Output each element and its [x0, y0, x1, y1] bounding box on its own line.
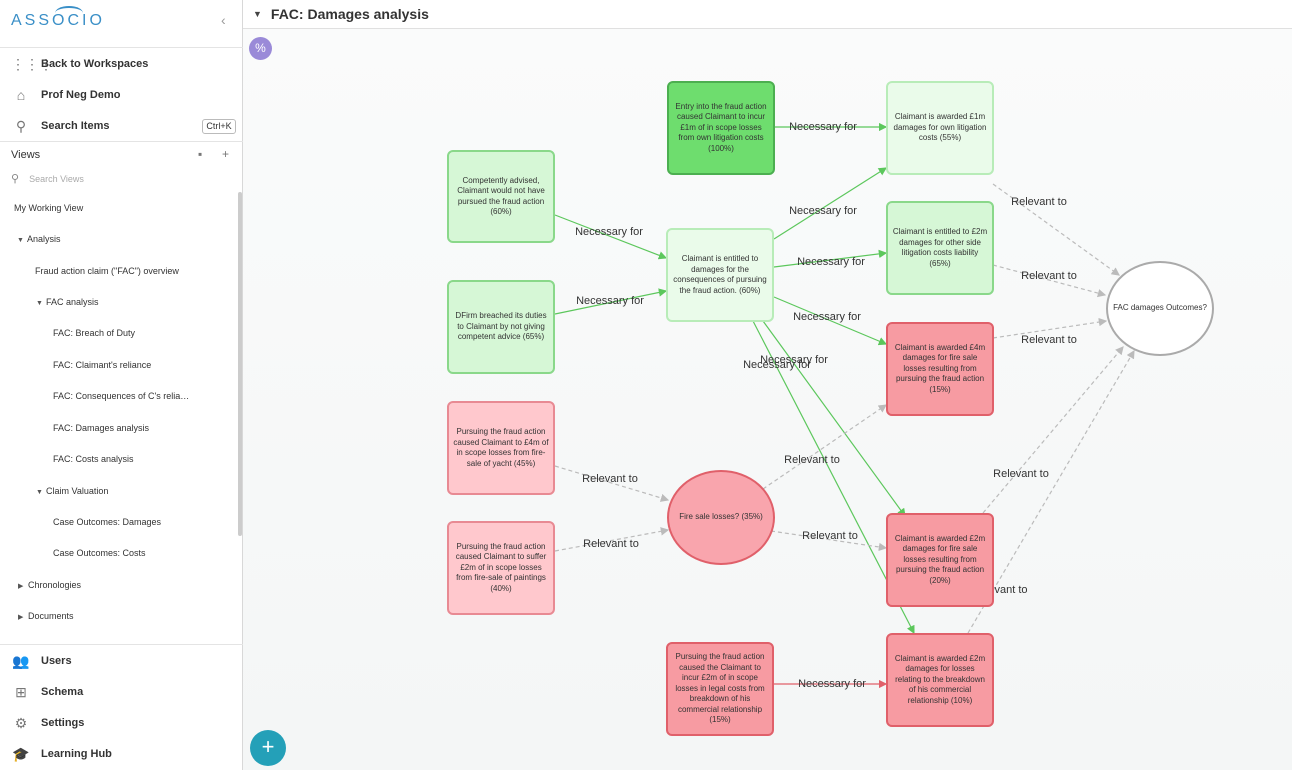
node-paintings[interactable]: Pursuing the fraud action caused Claiman…	[447, 521, 555, 615]
caret-down-icon: ▼	[36, 300, 43, 307]
tree-folder-fac-analysis[interactable]: ▼ FAC analysis	[36, 297, 99, 307]
edge-label: Necessary for	[789, 121, 857, 133]
node-yacht[interactable]: Pursuing the fraud action caused Claiman…	[447, 401, 555, 495]
node-awarded-2m-commercial[interactable]: Claimant is awarded £2m damages for loss…	[886, 633, 994, 727]
edge-relevant	[762, 404, 887, 490]
edge-necessary	[762, 320, 906, 517]
learning-hub-button[interactable]: 🎓 Learning Hub	[0, 739, 243, 769]
edge-label: Relevant to	[1021, 270, 1077, 282]
logo: ASSOCIO	[11, 12, 105, 29]
node-entitled-2m[interactable]: Claimant is entitled to £2m damages for …	[886, 201, 994, 295]
tree-folder-claim-valuation[interactable]: ▼ Claim Valuation	[36, 486, 108, 496]
gear-icon: ⚙	[14, 714, 28, 731]
edge-label: Necessary for	[575, 226, 643, 238]
divider	[0, 47, 243, 48]
search-views-placeholder: Search Views	[29, 173, 84, 184]
grid-icon: ⋮⋮⋮	[11, 55, 53, 72]
view-consequences[interactable]: FAC: Consequences of C's relia…	[53, 391, 189, 401]
new-folder-icon[interactable]: ▪	[198, 147, 202, 161]
home-icon: ⌂	[16, 87, 26, 103]
sidebar: ASSOCIO ‹ ⋮⋮⋮ Back to Workspaces ⌂ Prof …	[0, 0, 243, 770]
edge-label: Necessary for	[798, 678, 866, 690]
node-entitled[interactable]: Claimant is entitled to damages for the …	[666, 228, 774, 322]
edge-label: Relevant to	[1011, 196, 1067, 208]
view-costs[interactable]: FAC: Costs analysis	[53, 454, 134, 464]
view-outcomes-costs[interactable]: Case Outcomes: Costs	[53, 548, 146, 558]
node-competently-advised[interactable]: Competently advised, Claimant would not …	[447, 150, 555, 243]
caret-down-icon: ▼	[17, 237, 24, 244]
edge-relevant	[982, 346, 1124, 514]
view-reliance[interactable]: FAC: Claimant's reliance	[53, 360, 151, 370]
page-title: FAC: Damages analysis	[270, 6, 429, 22]
users-button[interactable]: 👥 Users	[0, 646, 243, 676]
divider	[0, 141, 243, 142]
edge-label: Relevant to	[582, 473, 638, 485]
node-dfirm-breach[interactable]: DFirm breached its duties to Claimant by…	[447, 280, 555, 374]
tree-folder-chronologies[interactable]: ▶ Chronologies	[18, 580, 81, 590]
tree-label: Documents	[28, 611, 74, 621]
tree-folder-analysis[interactable]: ▼ Analysis	[17, 234, 61, 244]
graph-canvas[interactable]: Necessary for Necessary for Necessary fo…	[243, 29, 1292, 770]
search-label: Search Items	[41, 120, 110, 132]
sidebar-scrollbar[interactable]	[238, 192, 242, 536]
view-fac-overview[interactable]: Fraud action claim ("FAC") overview	[35, 266, 179, 276]
search-icon: ⚲	[11, 173, 20, 185]
edge-label: Relevant to	[993, 468, 1049, 480]
node-awarded-2m-fire[interactable]: Claimant is awarded £2m damages for fire…	[886, 513, 994, 607]
tree-label: FAC analysis	[46, 297, 99, 307]
edge-necessary	[773, 167, 888, 240]
view-breach[interactable]: FAC: Breach of Duty	[53, 328, 135, 338]
edge-label: Necessary for	[789, 205, 857, 217]
users-label: Users	[41, 655, 72, 667]
schema-icon: ⊞	[15, 683, 27, 700]
edge-label: Relevant to	[784, 454, 840, 466]
caret-right-icon: ▶	[18, 583, 24, 590]
shortcut-badge: Ctrl+K	[202, 119, 236, 134]
tree-label: Analysis	[27, 234, 61, 244]
add-view-icon[interactable]: +	[222, 147, 229, 161]
settings-button[interactable]: ⚙ Settings	[0, 708, 243, 738]
edge-label: Relevant to	[802, 530, 858, 542]
node-legal-costs[interactable]: Pursuing the fraud action caused the Cla…	[666, 642, 774, 736]
caret-right-icon: ▶	[18, 614, 24, 621]
add-item-button[interactable]: +	[250, 730, 286, 766]
divider	[0, 644, 243, 645]
tree-folder-documents[interactable]: ▶ Documents	[18, 611, 74, 621]
edge-label: Relevant to	[1021, 334, 1077, 346]
workspace-home-button[interactable]: ⌂ Prof Neg Demo	[0, 80, 243, 110]
node-fire-sale[interactable]: Fire sale losses? (35%)	[667, 470, 775, 565]
caret-down-icon: ▼	[36, 489, 43, 496]
learning-label: Learning Hub	[41, 748, 112, 760]
percent-toggle-button[interactable]: %	[249, 37, 272, 60]
back-label: Back to Workspaces	[41, 58, 149, 70]
chevron-left-icon[interactable]: ‹	[221, 12, 226, 28]
schema-label: Schema	[41, 686, 84, 698]
search-views-input[interactable]: ⚲ Search Views	[11, 172, 84, 185]
edge-label: Necessary for	[576, 295, 644, 307]
graduation-cap-icon: 🎓	[12, 745, 30, 762]
tree-label: Chronologies	[28, 580, 82, 590]
edge-label: Necessary for	[743, 359, 811, 371]
edge-label: vant to	[994, 584, 1028, 596]
caret-down-icon[interactable]: ▼	[253, 9, 262, 19]
workspace-label: Prof Neg Demo	[41, 89, 121, 101]
view-outcomes-damages[interactable]: Case Outcomes: Damages	[53, 517, 161, 527]
users-icon: 👥	[12, 652, 30, 669]
search-icon: ⚲	[15, 117, 27, 134]
view-my-working-view[interactable]: My Working View	[14, 203, 83, 213]
view-header: ▼ FAC: Damages analysis	[243, 0, 1292, 29]
schema-button[interactable]: ⊞ Schema	[0, 677, 243, 707]
views-heading: Views	[11, 149, 41, 161]
tree-label: Claim Valuation	[46, 486, 109, 496]
edge-label: Necessary for	[793, 311, 861, 323]
back-to-workspaces-button[interactable]: ⋮⋮⋮ Back to Workspaces	[0, 49, 243, 79]
view-damages[interactable]: FAC: Damages analysis	[53, 423, 149, 433]
node-awarded-4m[interactable]: Claimant is awarded £4m damages for fire…	[886, 322, 994, 416]
edge-label: Relevant to	[583, 538, 639, 550]
edge-label: Necessary for	[797, 256, 865, 268]
node-awarded-1m[interactable]: Claimant is awarded £1m damages for own …	[886, 81, 994, 175]
node-entry[interactable]: Entry into the fraud action caused Claim…	[667, 81, 775, 175]
node-damages-outcomes[interactable]: FAC damages Outcomes?	[1106, 261, 1214, 356]
settings-label: Settings	[41, 717, 85, 729]
